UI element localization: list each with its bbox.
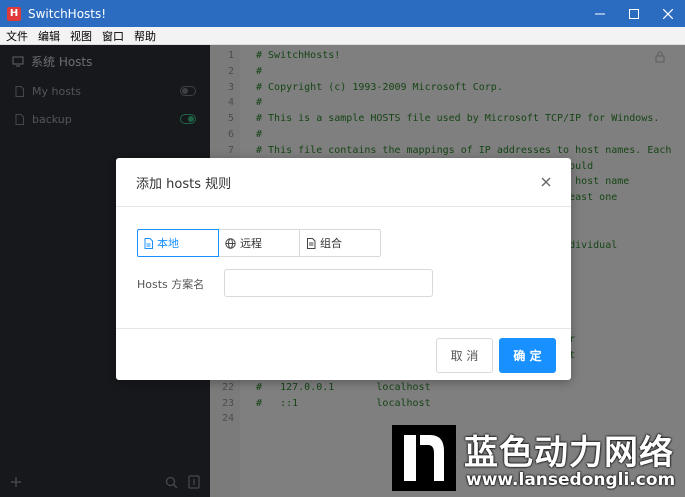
window-title: SwitchHosts! bbox=[28, 6, 107, 21]
hosts-name-label: Hosts 方案名 bbox=[137, 278, 205, 291]
tab-label: 远程 bbox=[240, 237, 262, 250]
tab-label: 组合 bbox=[320, 237, 342, 250]
close-icon[interactable] bbox=[539, 175, 553, 189]
dialog-title: 添加 hosts 规则 bbox=[136, 176, 232, 192]
source-type-tabs: 本地 远程 组合 bbox=[137, 229, 381, 257]
menu-window[interactable]: 窗口 bbox=[97, 28, 129, 44]
maximize-button[interactable] bbox=[617, 0, 651, 27]
watermark-brand: 蓝色动力网络 bbox=[464, 433, 674, 473]
close-icon bbox=[663, 8, 673, 19]
hosts-name-input[interactable] bbox=[224, 269, 433, 297]
watermark-url: www.lansedongli.com bbox=[466, 470, 676, 490]
maximize-icon bbox=[629, 8, 639, 19]
menu-edit[interactable]: 编辑 bbox=[33, 28, 65, 44]
globe-icon bbox=[225, 237, 236, 249]
minimize-icon bbox=[595, 13, 605, 14]
tab-remote[interactable]: 远程 bbox=[218, 229, 300, 257]
tab-label: 本地 bbox=[157, 237, 179, 250]
app-logo-icon: H bbox=[7, 6, 21, 21]
cancel-button[interactable]: 取 消 bbox=[436, 338, 493, 373]
tab-local[interactable]: 本地 bbox=[137, 229, 219, 257]
window-controls bbox=[583, 0, 685, 27]
tab-group[interactable]: 组合 bbox=[299, 229, 381, 257]
close-window-button[interactable] bbox=[651, 0, 685, 27]
minimize-button[interactable] bbox=[583, 0, 617, 27]
watermark: 蓝色动力网络 www.lansedongli.com bbox=[392, 421, 685, 497]
file-icon bbox=[144, 237, 153, 249]
menu-help[interactable]: 帮助 bbox=[129, 28, 161, 44]
watermark-logo-icon bbox=[392, 425, 456, 491]
title-bar: H SwitchHosts! bbox=[0, 0, 685, 27]
confirm-button[interactable]: 确 定 bbox=[499, 338, 556, 373]
menu-view[interactable]: 视图 bbox=[65, 28, 97, 44]
dialog-header: 添加 hosts 规则 bbox=[116, 158, 571, 207]
menu-file[interactable]: 文件 bbox=[0, 28, 33, 44]
dialog-footer: 取 消 确 定 bbox=[116, 328, 571, 380]
files-icon bbox=[307, 237, 316, 249]
menu-bar: 文件 编辑 视图 窗口 帮助 bbox=[0, 27, 685, 45]
add-hosts-dialog: 添加 hosts 规则 本地 远程 组合 Hosts 方案名 取 消 确 定 bbox=[116, 158, 571, 380]
